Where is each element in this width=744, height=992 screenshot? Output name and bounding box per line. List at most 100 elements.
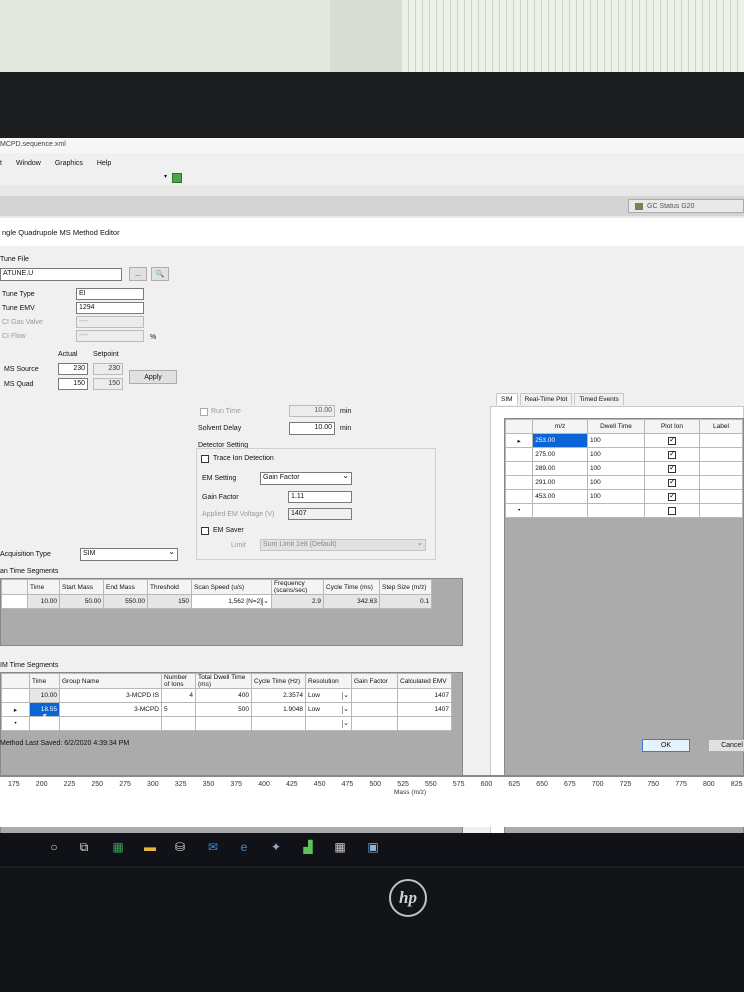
- plot-ion-checkbox[interactable]: [667, 491, 676, 501]
- ion-mz-cell-selected[interactable]: 253.00: [532, 433, 588, 448]
- row-selector[interactable]: [504, 489, 534, 504]
- row-new-icon[interactable]: •: [504, 503, 534, 518]
- ion-dwell-cell[interactable]: 100: [586, 475, 646, 490]
- plot-ion-checkbox[interactable]: [667, 463, 676, 473]
- row-selector[interactable]: [1, 594, 28, 609]
- ion-plot-cell[interactable]: [644, 503, 700, 518]
- sim-dwell-cell[interactable]: 400: [195, 688, 252, 703]
- sim-group-name-cell[interactable]: 3-MCPD IS: [59, 688, 162, 703]
- empty-cell[interactable]: [161, 716, 196, 731]
- empty-cell[interactable]: [586, 503, 646, 518]
- row-selector[interactable]: [504, 447, 534, 462]
- tune-view-button[interactable]: 🔍: [151, 267, 169, 281]
- ion-label-cell[interactable]: [698, 489, 744, 504]
- ion-dwell-cell[interactable]: 100: [586, 461, 646, 476]
- empty-cell[interactable]: [251, 716, 306, 731]
- tab-timed-events[interactable]: Timed Events: [574, 393, 624, 405]
- tab-sim[interactable]: SIM: [496, 393, 518, 405]
- toolbar-run-icon[interactable]: [172, 173, 182, 183]
- row-new-icon[interactable]: •: [1, 716, 30, 731]
- trace-ion-checkbox[interactable]: [201, 455, 209, 463]
- file-explorer-icon[interactable]: ▬: [142, 839, 158, 855]
- sim-gain-cell[interactable]: [351, 688, 398, 703]
- apply-button[interactable]: Apply: [129, 370, 177, 384]
- empty-cell[interactable]: [532, 503, 588, 518]
- ion-plot-cell[interactable]: [644, 461, 700, 476]
- empty-cell[interactable]: [397, 716, 452, 731]
- table-row[interactable]: 275.00 100: [504, 447, 744, 462]
- scan-threshold-cell[interactable]: 150: [147, 594, 192, 609]
- scan-end-mass-cell[interactable]: 550.00: [103, 594, 148, 609]
- ion-plot-cell[interactable]: [644, 475, 700, 490]
- sim-gain-cell[interactable]: [351, 702, 398, 717]
- edge-icon[interactable]: e: [236, 839, 252, 855]
- ion-dwell-cell[interactable]: 100: [586, 489, 646, 504]
- store-icon[interactable]: ⛁: [172, 839, 188, 855]
- ion-label-cell[interactable]: [698, 447, 744, 462]
- table-row-new[interactable]: •: [504, 503, 744, 518]
- sim-time-cell[interactable]: 10.00: [29, 688, 60, 703]
- table-row[interactable]: ▸ 18.55 3-MCPD 5 500 1.9048 ⌄ Low 1407: [1, 702, 452, 717]
- table-row[interactable]: 10.00 3-MCPD IS 4 400 2.3574 ⌄ Low 1407: [1, 688, 452, 703]
- tab-real-time-plot[interactable]: Real-Time Plot: [519, 393, 573, 405]
- dropdown-arrow-icon[interactable]: ⌄: [342, 719, 349, 728]
- cancel-button[interactable]: Cancel: [708, 739, 744, 752]
- scan-step-size-cell[interactable]: 0.1: [379, 594, 432, 609]
- table-row[interactable]: 289.00 100: [504, 461, 744, 476]
- table-row[interactable]: 453.00 100: [504, 489, 744, 504]
- sim-resolution-cell[interactable]: ⌄ Low: [305, 702, 352, 717]
- calculator-icon[interactable]: ▦: [332, 839, 348, 855]
- table-row-new[interactable]: • ⌄: [1, 716, 452, 731]
- table-row[interactable]: 10.00 50.00 550.00 150 ⌄ 1,562 [N=2] 2.9 …: [1, 594, 432, 609]
- dropdown-arrow-icon[interactable]: ⌄: [342, 691, 349, 700]
- plot-ion-checkbox[interactable]: [667, 506, 676, 515]
- empty-cell[interactable]: [698, 503, 744, 518]
- sim-resolution-cell[interactable]: ⌄ Low: [305, 688, 352, 703]
- mail-icon[interactable]: ✉: [205, 839, 221, 855]
- sim-dwell-cell[interactable]: 500: [195, 702, 252, 717]
- menu-item-help[interactable]: Help: [97, 160, 111, 167]
- table-row[interactable]: 291.00 100: [504, 475, 744, 490]
- ion-label-cell[interactable]: [698, 461, 744, 476]
- dropdown-arrow-icon[interactable]: ⌄: [262, 597, 269, 606]
- scan-start-mass-cell[interactable]: 50.00: [59, 594, 104, 609]
- ok-button[interactable]: OK: [642, 739, 690, 752]
- row-selector-current-icon[interactable]: ▸: [1, 702, 30, 717]
- gain-factor-input[interactable]: 1.11: [288, 491, 352, 503]
- gc-status-button[interactable]: GC Status G20: [628, 199, 744, 213]
- ion-mz-cell[interactable]: 291.00: [532, 475, 588, 490]
- ion-dwell-cell[interactable]: 100: [586, 433, 646, 448]
- scan-speed-cell[interactable]: ⌄ 1,562 [N=2]: [191, 594, 272, 609]
- ms-quad-setpoint[interactable]: 150: [93, 378, 123, 390]
- start-icon[interactable]: ○: [46, 839, 62, 855]
- ms-source-setpoint[interactable]: 230: [93, 363, 123, 375]
- tune-file-input[interactable]: ATUNE.U: [0, 268, 122, 281]
- empty-cell[interactable]: [195, 716, 252, 731]
- ion-dwell-cell[interactable]: 100: [586, 447, 646, 462]
- plot-ion-checkbox[interactable]: [667, 449, 676, 459]
- row-selector[interactable]: [1, 688, 30, 703]
- empty-resolution-cell[interactable]: ⌄: [305, 716, 352, 731]
- acq-type-select[interactable]: SIM: [80, 547, 178, 561]
- ion-mz-cell[interactable]: 289.00: [532, 461, 588, 476]
- sim-group-name-cell[interactable]: 3-MCPD: [59, 702, 162, 717]
- ion-plot-cell[interactable]: [644, 489, 700, 504]
- run-time-checkbox[interactable]: [200, 408, 208, 416]
- empty-cell[interactable]: [59, 716, 162, 731]
- plot-ion-checkbox[interactable]: [667, 477, 676, 487]
- em-setting-select[interactable]: Gain Factor: [260, 471, 352, 485]
- row-selector[interactable]: [504, 475, 534, 490]
- menu-item-graphics[interactable]: Graphics: [55, 160, 83, 167]
- ion-plot-cell[interactable]: [644, 447, 700, 462]
- task-view-icon[interactable]: ⧉: [76, 839, 92, 855]
- table-row[interactable]: ▸ 253.00 100: [504, 433, 744, 448]
- sim-ions-cell[interactable]: 4: [161, 688, 196, 703]
- scan-time-cell[interactable]: 10.00: [27, 594, 60, 609]
- instrument-icon[interactable]: ▣: [365, 839, 381, 855]
- toolbar-dropdown-icon[interactable]: ▾: [164, 173, 167, 180]
- ion-label-cell[interactable]: [698, 475, 744, 490]
- excel-icon[interactable]: ▦: [110, 839, 126, 855]
- menu-item-window[interactable]: Window: [16, 160, 41, 167]
- solvent-delay-input[interactable]: 10.00: [289, 422, 335, 435]
- sim-ions-cell[interactable]: 5: [161, 702, 196, 717]
